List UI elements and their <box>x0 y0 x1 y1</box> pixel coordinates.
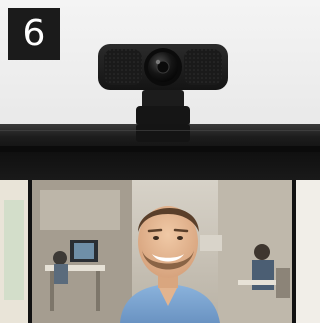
monitor-top-edge <box>0 124 320 152</box>
product-step-image: 6 <box>0 0 320 323</box>
webcam-showcase: 6 <box>0 0 320 126</box>
webcam-clip-icon <box>0 124 320 142</box>
monitor-screen-top <box>0 152 320 182</box>
smiling-man-photo <box>0 180 320 323</box>
webcam-icon <box>98 44 228 126</box>
monitor-bezel-left <box>28 180 32 323</box>
video-call-photo <box>0 180 320 323</box>
monitor-bezel-right <box>292 180 296 323</box>
